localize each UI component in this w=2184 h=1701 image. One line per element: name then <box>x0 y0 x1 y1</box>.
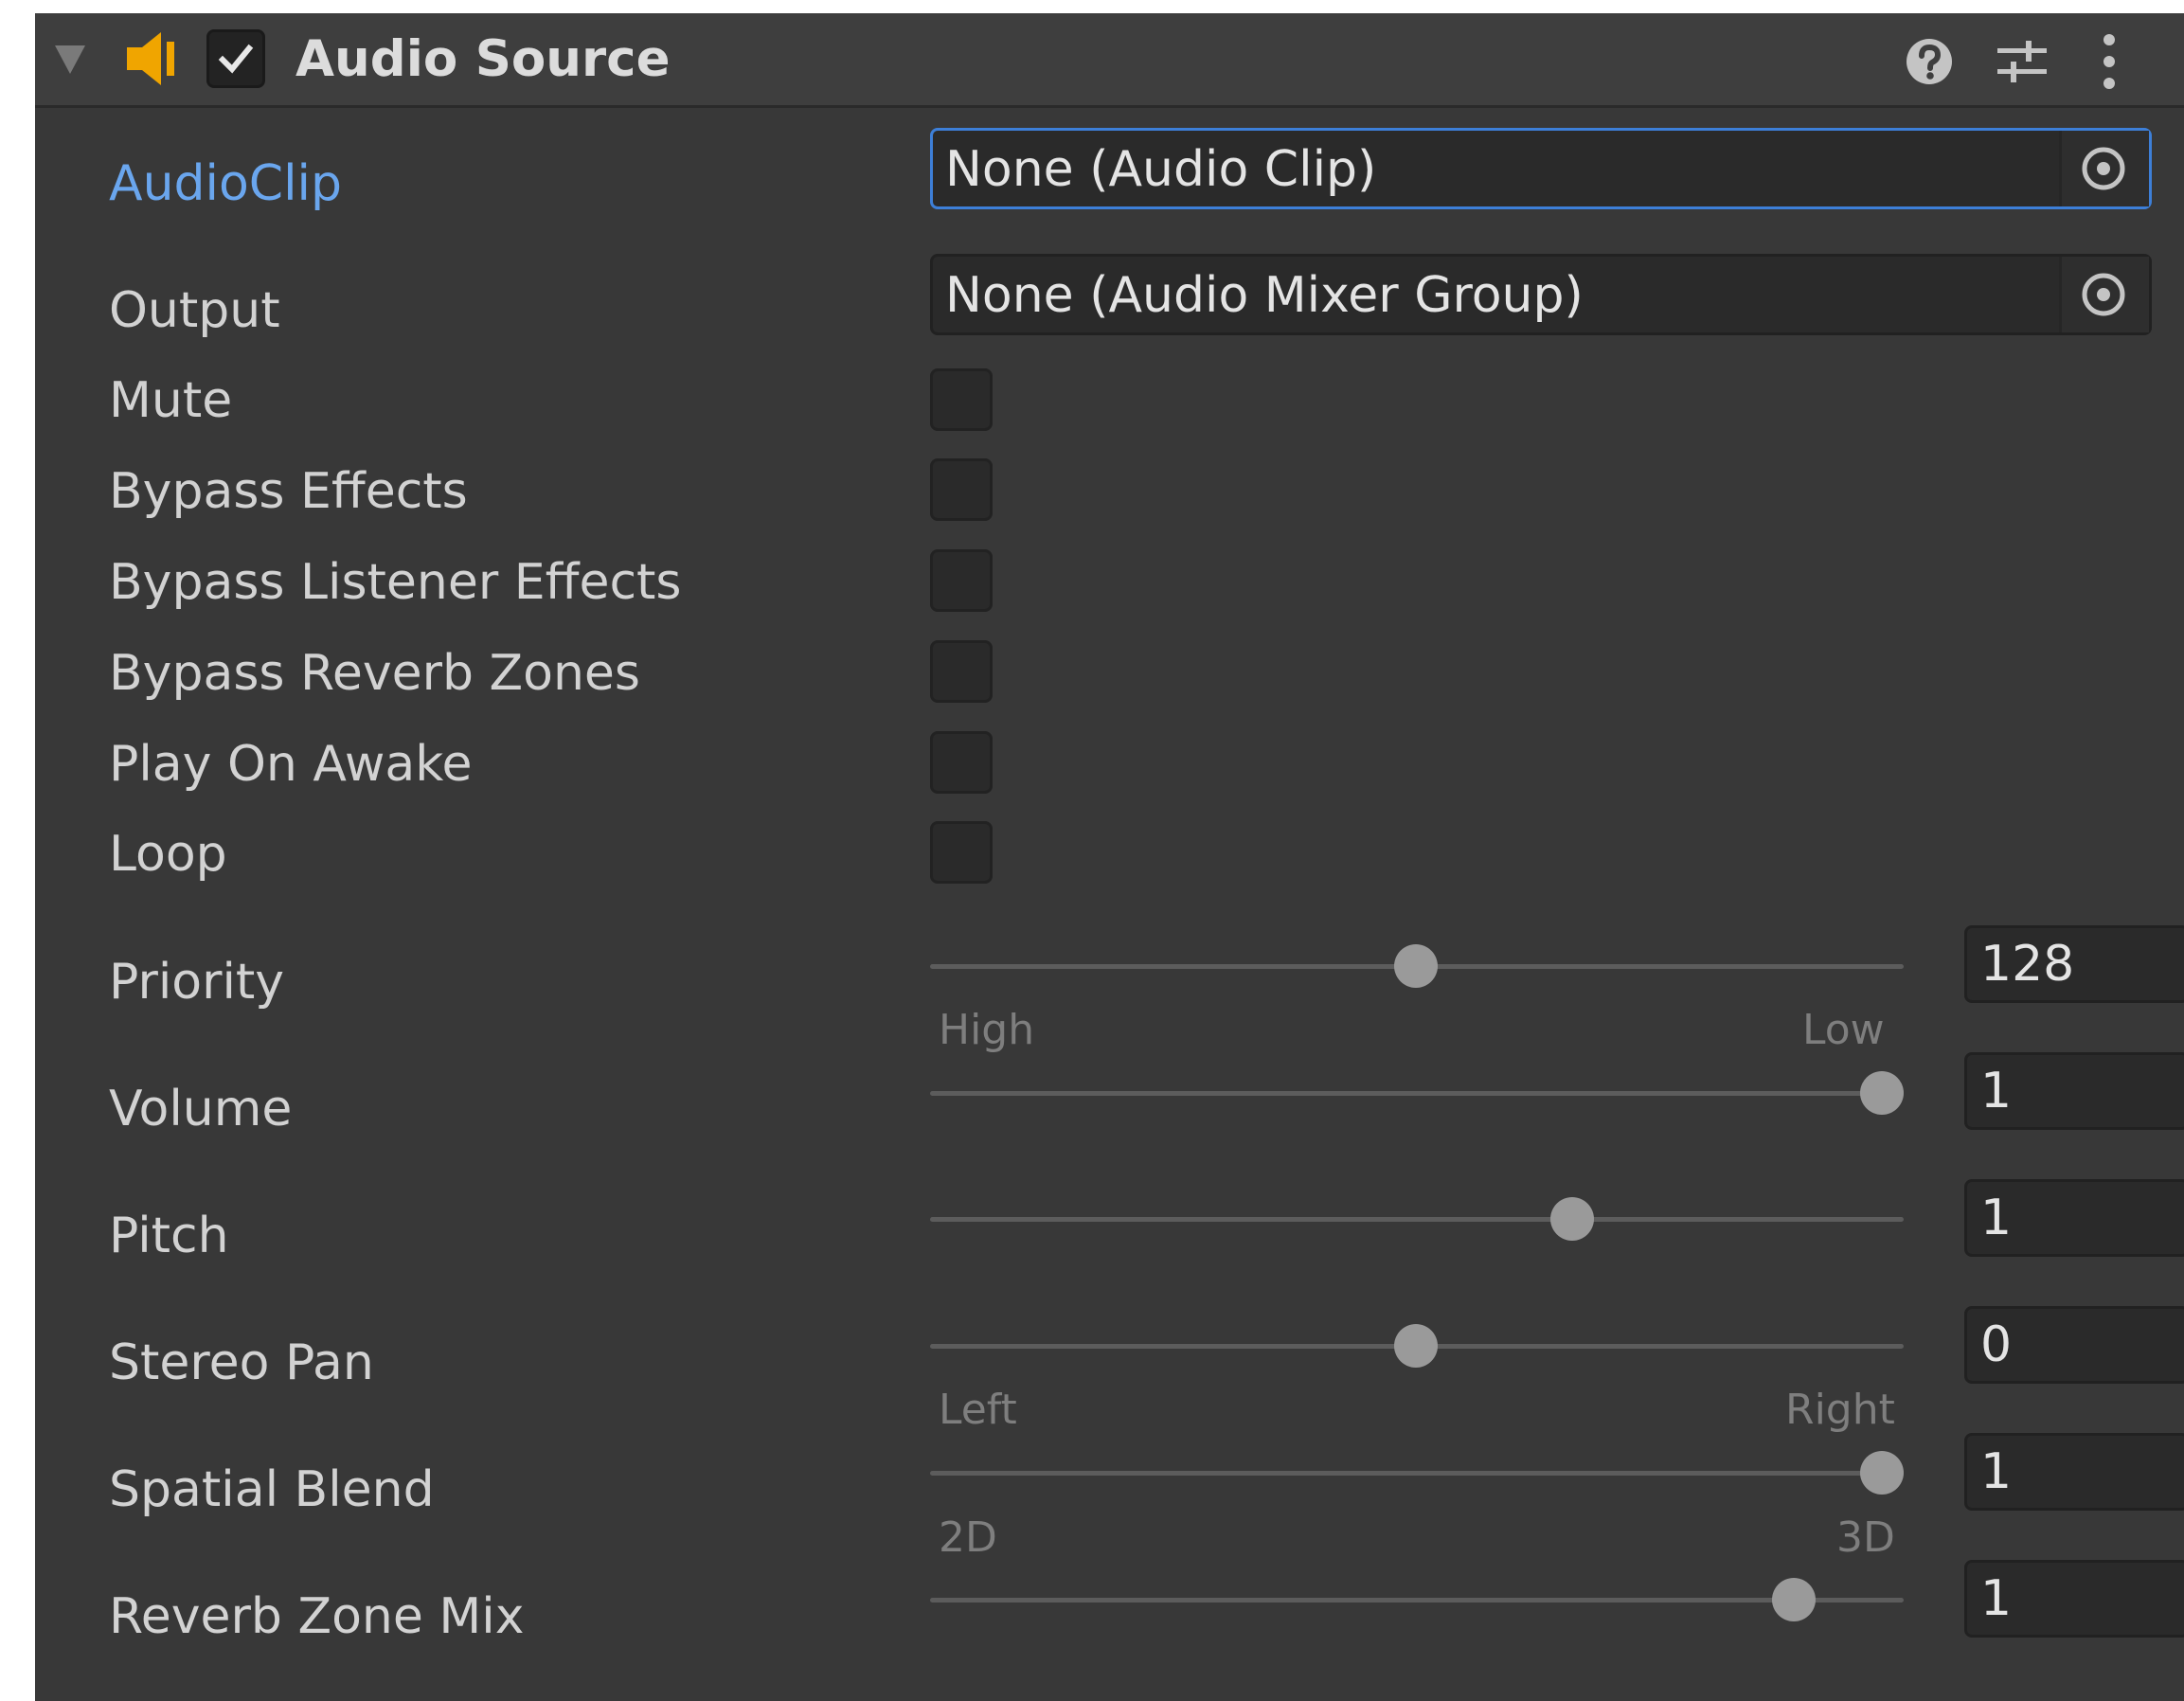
bypass-reverb-zones-label: Bypass Reverb Zones <box>109 645 640 702</box>
output-picker[interactable] <box>2059 257 2149 332</box>
reverb-zone-mix-slider-track[interactable] <box>930 1578 1904 1621</box>
output-label: Output <box>109 282 280 339</box>
audioclip-value: None (Audio Clip) <box>945 141 1377 198</box>
pitch-slider-thumb[interactable] <box>1550 1197 1594 1241</box>
bypass-effects-checkbox[interactable] <box>930 458 993 521</box>
volume-value-field[interactable]: 1 <box>1964 1052 2184 1130</box>
reverb-zone-mix-value: 1 <box>1980 1570 2013 1627</box>
stereo-pan-min-label: Left <box>939 1386 1017 1434</box>
reverb-zone-mix-value-field[interactable]: 1 <box>1964 1560 2184 1638</box>
priority-min-label: High <box>939 1006 1035 1054</box>
priority-label: Priority <box>109 954 285 1011</box>
component-title: Audio Source <box>295 30 671 88</box>
object-picker-icon <box>2082 147 2125 190</box>
bypass-listener-effects-label: Bypass Listener Effects <box>109 554 682 611</box>
volume-slider-track[interactable] <box>930 1071 1904 1115</box>
component-header[interactable]: Audio Source <box>35 13 2184 108</box>
spatial-blend-max-label: 3D <box>1836 1513 1895 1562</box>
mute-label: Mute <box>109 372 233 429</box>
reverb-zone-mix-label: Reverb Zone Mix <box>109 1588 525 1645</box>
inspector-panel: Audio Source AudioClip None (Audio Clip) <box>35 13 2184 1701</box>
stereo-pan-value: 0 <box>1980 1316 2013 1373</box>
stereo-pan-slider-track[interactable] <box>930 1324 1904 1368</box>
pitch-value: 1 <box>1980 1190 2013 1246</box>
volume-value: 1 <box>1980 1063 2013 1119</box>
priority-value: 128 <box>1980 936 2075 993</box>
priority-slider-thumb[interactable] <box>1394 944 1438 988</box>
volume-slider-thumb[interactable] <box>1860 1071 1904 1115</box>
spatial-blend-value: 1 <box>1980 1443 2013 1500</box>
spatial-blend-slider-track[interactable] <box>930 1451 1904 1495</box>
bypass-reverb-zones-checkbox[interactable] <box>930 640 993 703</box>
priority-value-field[interactable]: 128 <box>1964 925 2184 1003</box>
reverb-zone-mix-slider-thumb[interactable] <box>1772 1578 1816 1621</box>
pitch-slider-track[interactable] <box>930 1197 1904 1241</box>
play-on-awake-checkbox[interactable] <box>930 731 993 794</box>
stereo-pan-label: Stereo Pan <box>109 1334 374 1391</box>
play-on-awake-label: Play On Awake <box>109 736 473 793</box>
foldout-arrow-icon[interactable] <box>55 45 85 74</box>
stereo-pan-value-field[interactable]: 0 <box>1964 1306 2184 1384</box>
next-component-header[interactable]: 3D Sound Settings <box>103 1692 561 1701</box>
object-picker-icon <box>2082 273 2125 316</box>
loop-label: Loop <box>109 826 227 883</box>
help-icon[interactable] <box>1903 35 1956 88</box>
speaker-icon <box>127 32 174 85</box>
audioclip-label: AudioClip <box>109 155 343 212</box>
bypass-effects-label: Bypass Effects <box>109 463 468 520</box>
output-field[interactable]: None (Audio Mixer Group) <box>930 254 2152 335</box>
audioclip-field[interactable]: None (Audio Clip) <box>930 128 2152 209</box>
priority-slider-track[interactable] <box>930 944 1904 988</box>
priority-max-label: Low <box>1802 1006 1885 1054</box>
pitch-label: Pitch <box>109 1208 229 1264</box>
audioclip-picker[interactable] <box>2059 131 2149 206</box>
stereo-pan-slider-thumb[interactable] <box>1394 1324 1438 1368</box>
volume-label: Volume <box>109 1081 293 1137</box>
stereo-pan-max-label: Right <box>1785 1386 1895 1434</box>
spatial-blend-value-field[interactable]: 1 <box>1964 1433 2184 1511</box>
check-icon <box>218 44 254 74</box>
spatial-blend-label: Spatial Blend <box>109 1461 435 1518</box>
mute-checkbox[interactable] <box>930 368 993 431</box>
component-enabled-checkbox[interactable] <box>206 29 265 88</box>
spatial-blend-slider-thumb[interactable] <box>1860 1451 1904 1495</box>
pitch-value-field[interactable]: 1 <box>1964 1179 2184 1257</box>
spatial-blend-min-label: 2D <box>939 1513 997 1562</box>
more-vert-icon[interactable] <box>2100 32 2119 91</box>
presets-icon[interactable] <box>1996 37 2049 86</box>
bypass-listener-effects-checkbox[interactable] <box>930 549 993 612</box>
output-value: None (Audio Mixer Group) <box>945 267 1584 324</box>
loop-checkbox[interactable] <box>930 821 993 884</box>
